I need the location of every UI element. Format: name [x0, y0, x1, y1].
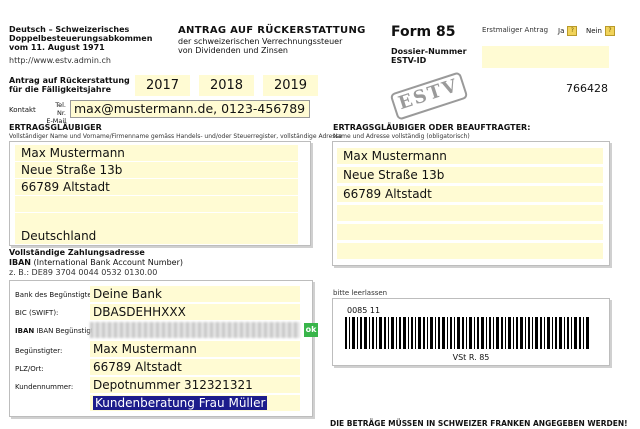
bic-input[interactable]: DBASDEHHXXX — [90, 304, 300, 320]
beneficiary-label: Begünstigter: — [15, 347, 63, 355]
barcode-icon — [345, 317, 589, 349]
beneficiary-input[interactable]: Max Mustermann — [90, 341, 300, 357]
agreement-title-line: vom 11. August 1971 — [9, 43, 105, 52]
form-subtitle: der schweizerischen Verrechnungssteuer v… — [178, 37, 342, 55]
no-option[interactable]: Nein? — [586, 26, 615, 36]
year-input-1[interactable]: 2017 — [135, 75, 190, 96]
estv-stamp: ESTV — [389, 71, 469, 121]
first-request-label: Erstmaliger Antrag — [482, 26, 549, 34]
years-label-line: Antrag auf Rückerstattung — [9, 76, 130, 85]
creditor-subtitle: Vollständiger Name und Vorname/Firmennam… — [9, 133, 343, 140]
estv-url[interactable]: http://www.estv.admin.ch — [9, 56, 111, 65]
creditor-line-5[interactable] — [15, 213, 298, 229]
customer-extra-input[interactable]: Kundenberatung Frau Müller — [90, 395, 300, 411]
yes-option[interactable]: Ja? — [558, 26, 578, 36]
creditor-line-3[interactable]: 66789 Altstadt — [15, 179, 298, 195]
iban-example: z. B.: DE89 3704 0044 0532 0130.00 — [9, 268, 158, 277]
barcode-number: 0085 11 — [347, 306, 381, 315]
agent-title: ERTRAGSGLÄUBIGER ODER BEAUFTRAGTER: — [333, 123, 531, 132]
agent-box: Max Mustermann Neue Straße 13b 66789 Alt… — [332, 141, 610, 266]
customer-number-label: Kundennummer: — [15, 383, 74, 391]
agreement-title-line: Doppelbesteuerungsabkommen — [9, 34, 153, 43]
bank-input[interactable]: Deine Bank — [90, 286, 300, 302]
agent-line-3[interactable]: 66789 Altstadt — [337, 186, 603, 202]
dossier-number: 766428 — [566, 82, 608, 95]
form-subtitle-line: von Dividenden und Zinsen — [178, 46, 288, 55]
dossier-label-line: ESTV-ID — [391, 56, 427, 65]
barcode-caption: VSt R. 85 — [452, 353, 490, 362]
customer-number-input[interactable]: Depotnummer 312321321 — [90, 377, 300, 393]
currency-note: DIE BETRÄGE MÜSSEN IN SCHWEIZER FRANKEN … — [330, 419, 628, 428]
year-input-3[interactable]: 2019 — [263, 75, 318, 96]
year-input-2[interactable]: 2018 — [199, 75, 254, 96]
contact-input[interactable]: max@mustermann.de, 0123-456789 — [70, 100, 310, 118]
iban-label-bold: IBAN — [15, 327, 35, 335]
selected-text: Kundenberatung Frau Müller — [93, 396, 268, 410]
yes-checkbox[interactable]: ? — [567, 26, 578, 36]
iban-title: IBAN — [9, 258, 31, 267]
creditor-title: ERTRAGSGLÄUBIGER — [9, 123, 102, 132]
creditor-line-1[interactable]: Max Mustermann — [15, 145, 298, 161]
dossier-label-line: Dossier-Nummer — [391, 47, 467, 56]
years-label: Antrag auf Rückerstattung für die Fällig… — [9, 76, 130, 94]
dossier-label: Dossier-Nummer ESTV-ID — [391, 47, 467, 65]
iban-ok-badge: ok — [304, 323, 318, 337]
iban-heading: IBAN (International Bank Account Number) — [9, 258, 183, 267]
barcode-box: 0085 11 VSt R. 85 — [332, 298, 610, 366]
contact-sub-label: Tel. Nr. E-Mail — [46, 101, 66, 125]
agent-line-6[interactable] — [337, 243, 603, 259]
creditor-line-4[interactable] — [15, 196, 298, 212]
form-subtitle-line: der schweizerischen Verrechnungssteuer — [178, 37, 343, 46]
creditor-line-6[interactable]: Deutschland — [15, 228, 298, 244]
iban-input[interactable] — [90, 322, 300, 338]
agreement-title: Deutsch – Schweizerisches Doppelbesteuer… — [9, 25, 152, 52]
dossier-input[interactable] — [482, 46, 609, 68]
creditor-box: Max Mustermann Neue Straße 13b 66789 Alt… — [9, 141, 311, 246]
contact-label: Kontakt — [9, 106, 36, 114]
creditor-line-2[interactable]: Neue Straße 13b — [15, 162, 298, 178]
contact-sub-label-line: Tel. Nr. — [55, 101, 66, 117]
leave-blank-label: bitte leerlassen — [333, 289, 388, 297]
agent-line-4[interactable] — [337, 205, 603, 221]
agent-subtitle: Name und Adresse vollständig (obligatori… — [333, 133, 470, 140]
bic-label: BIC (SWIFT): — [15, 309, 59, 317]
agreement-title-line: Deutsch – Schweizerisches — [9, 25, 130, 34]
no-checkbox[interactable]: ? — [604, 26, 615, 36]
agent-line-5[interactable] — [337, 224, 603, 240]
agent-line-2[interactable]: Neue Straße 13b — [337, 167, 603, 183]
yes-label: Ja — [558, 27, 565, 35]
agent-line-1[interactable]: Max Mustermann — [337, 148, 603, 164]
payment-title: Vollständige Zahlungsadresse — [9, 248, 145, 257]
iban-desc: (International Bank Account Number) — [33, 258, 183, 267]
years-label-line: für die Fälligkeitsjahre — [9, 85, 111, 94]
bank-label: Bank des Begünstigten: — [15, 291, 99, 299]
form-number: Form 85 — [391, 24, 456, 40]
postal-city-input[interactable]: 66789 Altstadt — [90, 359, 300, 375]
postal-city-label: PLZ/Ort: — [15, 365, 44, 373]
form-main-title: ANTRAG AUF RÜCKERSTATTUNG — [178, 25, 366, 36]
no-label: Nein — [586, 27, 602, 35]
payment-box: Bank des Begünstigten: Deine Bank BIC (S… — [9, 280, 318, 417]
